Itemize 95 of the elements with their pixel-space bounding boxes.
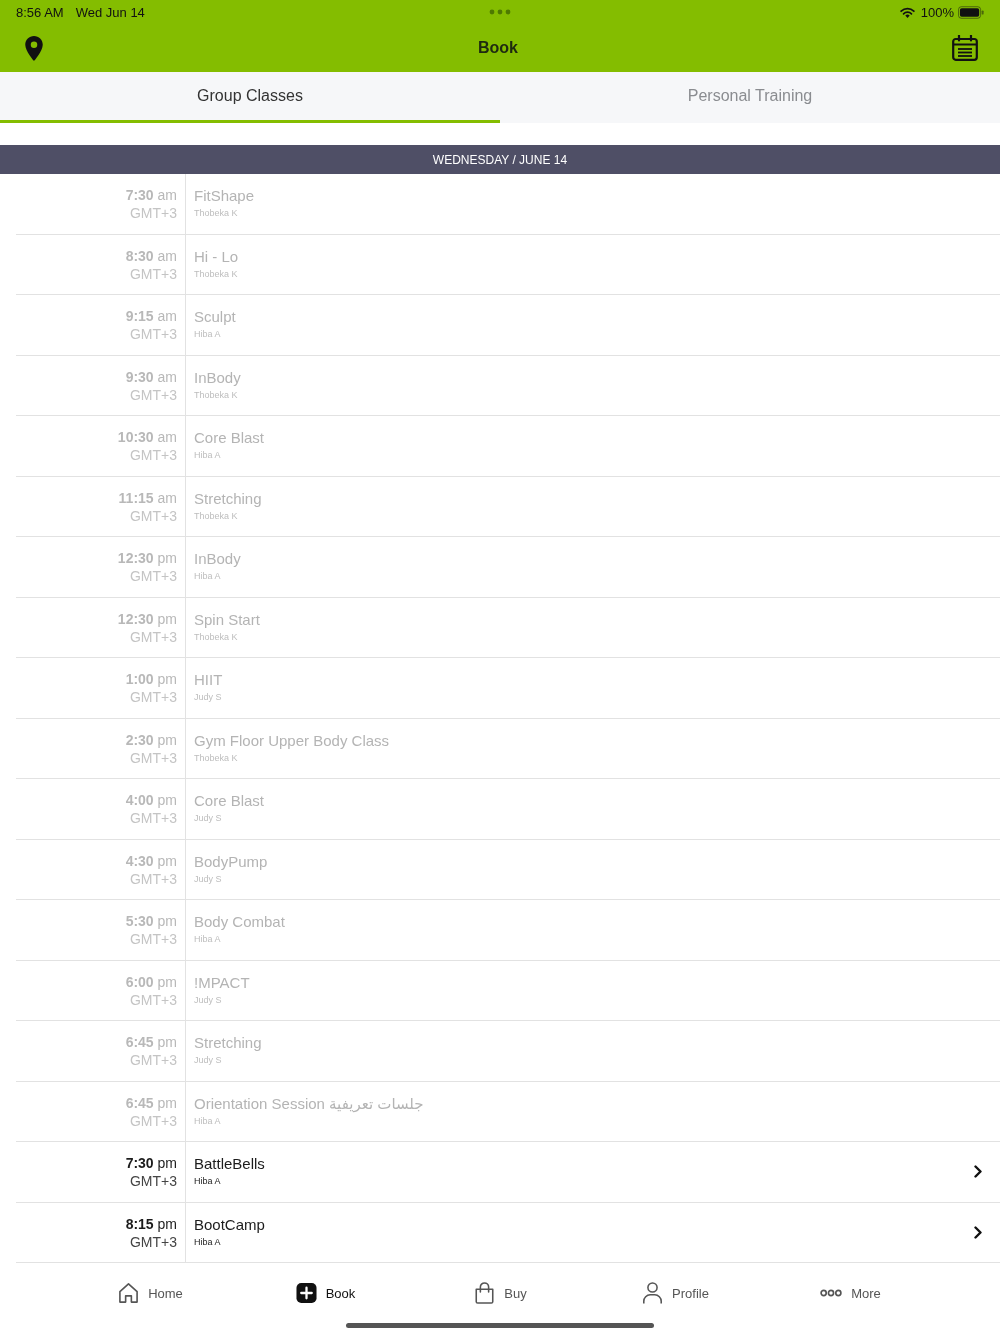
tab-bar-item[interactable]: Profile bbox=[588, 1282, 763, 1304]
instructor-name: Thobeka K bbox=[194, 509, 238, 523]
class-name: HIIT bbox=[194, 670, 223, 689]
class-time: 9:30 am bbox=[125, 367, 177, 386]
class-name: Sculpt bbox=[194, 307, 236, 326]
instructor-name: Hiba A bbox=[194, 1175, 221, 1188]
class-name: !MPACT bbox=[194, 972, 250, 992]
time-zone: GMT+3 bbox=[129, 869, 177, 888]
time-zone: GMT+3 bbox=[129, 325, 177, 343]
calendar-icon bbox=[952, 35, 978, 61]
time-zone: GMT+3 bbox=[129, 1111, 177, 1130]
class-time: 11:15 am bbox=[118, 488, 177, 507]
bag-icon bbox=[474, 1282, 496, 1304]
calendar-button[interactable] bbox=[952, 35, 978, 61]
instructor-name: Thobeka K bbox=[194, 751, 238, 765]
class-name: Hi - Lo bbox=[194, 246, 239, 266]
instructor-name: Hiba A bbox=[194, 1235, 221, 1249]
class-name: Stretching bbox=[194, 488, 262, 508]
class-name: Stretching bbox=[194, 1033, 262, 1052]
battery-icon bbox=[958, 5, 984, 19]
instructor-name: Judy S bbox=[194, 872, 222, 886]
class-name: Spin Start bbox=[194, 609, 260, 629]
class-name: BootCamp bbox=[194, 1214, 265, 1234]
class-time: 8:30 am bbox=[125, 246, 177, 265]
time-zone: GMT+3 bbox=[129, 1051, 177, 1069]
class-name: Gym Floor Upper Body Class bbox=[194, 730, 390, 750]
class-time: 7:30 pm bbox=[125, 1154, 177, 1172]
time-zone: GMT+3 bbox=[129, 567, 177, 585]
time-zone: GMT+3 bbox=[129, 748, 177, 767]
time-zone: GMT+3 bbox=[129, 506, 177, 525]
instructor-name: Judy S bbox=[194, 1054, 222, 1067]
class-time: 8:15 pm bbox=[125, 1214, 177, 1233]
plus-square-icon bbox=[295, 1282, 317, 1304]
class-name: InBody bbox=[194, 549, 241, 568]
class-name: BodyPump bbox=[194, 851, 268, 871]
home-icon bbox=[118, 1282, 140, 1304]
instructor-name: Thobeka K bbox=[194, 630, 238, 644]
dots-icon bbox=[489, 9, 511, 15]
instructor-name: Judy S bbox=[194, 812, 222, 825]
wifi-icon bbox=[899, 6, 915, 18]
class-name: InBody bbox=[194, 367, 241, 387]
segment-tab[interactable]: Personal Training bbox=[500, 72, 1000, 123]
class-time: 7:30 am bbox=[125, 186, 177, 204]
class-time: 5:30 pm bbox=[125, 912, 177, 930]
tab-bar-item[interactable]: Book bbox=[238, 1282, 413, 1304]
tab-bar-item[interactable]: Buy bbox=[413, 1282, 588, 1304]
class-name: Orientation Session جلسات تعريفية bbox=[194, 1093, 424, 1113]
location-button[interactable] bbox=[24, 35, 44, 61]
class-name: Body Combat bbox=[194, 912, 285, 931]
tab-bar-item[interactable]: More bbox=[763, 1285, 938, 1301]
class-name: Core Blast bbox=[194, 791, 265, 810]
time-zone: GMT+3 bbox=[129, 446, 177, 464]
class-time: 12:30 pm bbox=[117, 609, 177, 628]
dots-icon bbox=[820, 1289, 843, 1297]
class-name: Core Blast bbox=[194, 428, 265, 447]
time-zone: GMT+3 bbox=[129, 385, 177, 404]
class-time: 10:30 am bbox=[117, 428, 177, 446]
class-time: 2:30 pm bbox=[125, 730, 177, 749]
status-time: 8:56 AM bbox=[16, 4, 64, 20]
class-time: 4:00 pm bbox=[125, 791, 177, 809]
time-zone: GMT+3 bbox=[129, 930, 177, 948]
chevron-right-icon bbox=[974, 1165, 982, 1179]
instructor-name: Thobeka K bbox=[194, 267, 238, 281]
person-icon bbox=[642, 1282, 664, 1304]
battery-percentage: 100% bbox=[920, 4, 954, 20]
instructor-name: Judy S bbox=[194, 691, 222, 704]
class-time: 12:30 pm bbox=[117, 549, 177, 567]
instructor-name: Thobeka K bbox=[194, 207, 238, 220]
segment-tab[interactable]: Group Classes bbox=[0, 72, 500, 123]
time-zone: GMT+3 bbox=[129, 204, 177, 222]
class-time: 1:00 pm bbox=[125, 670, 177, 688]
date-header: WEDNESDAY / JUNE 14 bbox=[0, 145, 1000, 174]
time-zone: GMT+3 bbox=[129, 1172, 177, 1190]
class-row[interactable]: 7:30 pm GMT+3 BattleBells Hiba A bbox=[16, 1142, 1000, 1203]
time-zone: GMT+3 bbox=[129, 809, 177, 827]
time-zone: GMT+3 bbox=[129, 1232, 177, 1251]
class-time: 9:15 am bbox=[125, 307, 177, 325]
class-time: 6:00 pm bbox=[125, 972, 177, 991]
instructor-name: Judy S bbox=[194, 993, 222, 1007]
location-pin-icon bbox=[24, 35, 44, 61]
class-time: 6:45 pm bbox=[125, 1033, 177, 1051]
time-zone: GMT+3 bbox=[129, 627, 177, 646]
tab-bar-item[interactable]: Home bbox=[63, 1282, 238, 1304]
time-zone: GMT+3 bbox=[129, 688, 177, 706]
class-name: FitShape bbox=[194, 186, 255, 205]
chevron-right-icon bbox=[974, 1225, 982, 1239]
class-time: 6:45 pm bbox=[125, 1093, 177, 1112]
instructor-name: Thobeka K bbox=[194, 388, 238, 402]
class-name: BattleBells bbox=[194, 1154, 265, 1173]
time-zone: GMT+3 bbox=[129, 990, 177, 1009]
class-time: 4:30 pm bbox=[125, 851, 177, 870]
status-date: Wed Jun 14 bbox=[75, 4, 145, 20]
header-title: Book bbox=[478, 39, 518, 57]
class-row[interactable]: 8:15 pm GMT+3 BootCamp Hiba A bbox=[16, 1202, 1000, 1263]
time-zone: GMT+3 bbox=[129, 264, 177, 283]
